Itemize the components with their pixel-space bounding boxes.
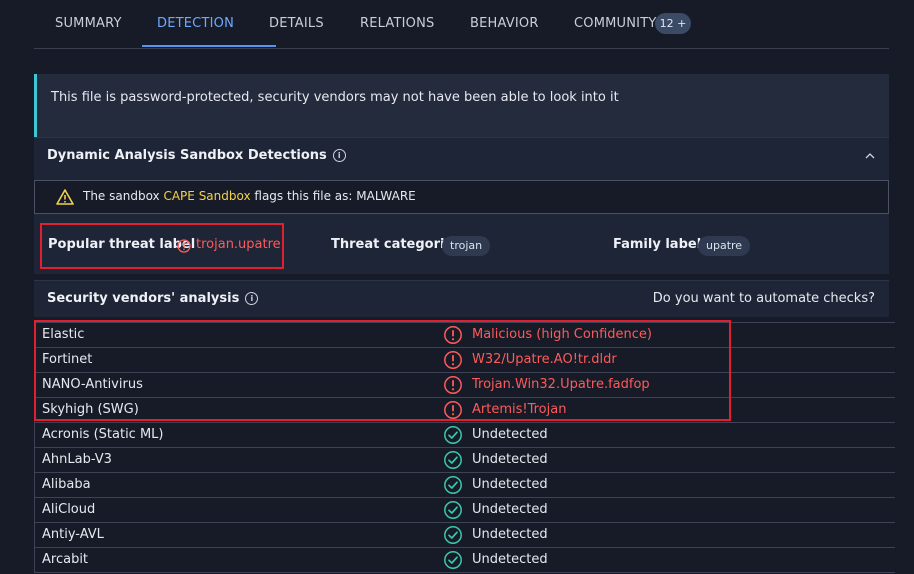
vendor-name: Arcabit xyxy=(42,552,89,567)
table-row: AliCloud Undetected xyxy=(34,498,895,523)
vendor-name: NANO-Antivirus xyxy=(42,377,143,392)
check-circle-icon xyxy=(443,525,463,549)
table-row: NANO-Antivirus Trojan.Win32.Upatre.fadfop xyxy=(34,373,895,398)
automate-checks-link[interactable]: Do you want to automate checks? xyxy=(653,291,875,306)
alert-circle-icon xyxy=(443,325,463,349)
info-icon[interactable]: i xyxy=(245,292,259,305)
threat-category-pill[interactable]: trojan xyxy=(442,236,491,256)
vendor-result: Undetected xyxy=(472,502,548,517)
alert-circle-icon xyxy=(443,400,463,424)
check-circle-icon xyxy=(443,475,463,499)
vendors-section-title-text: Security vendors' analysis xyxy=(47,291,240,306)
vendor-result: Undetected xyxy=(472,452,548,467)
sandbox-suffix: flags this file as: MALWARE xyxy=(250,189,416,203)
popular-threat-value[interactable]: trojan.upatre xyxy=(196,237,281,252)
sandbox-section-title-text: Dynamic Analysis Sandbox Detections xyxy=(47,148,327,163)
vendor-result[interactable]: Malicious (high Confidence) xyxy=(472,327,652,342)
table-row: Acronis (Static ML) Undetected xyxy=(34,423,895,448)
vendor-result[interactable]: Artemis!Trojan xyxy=(472,402,566,417)
table-row: Skyhigh (SWG) Artemis!Trojan xyxy=(34,398,895,423)
sandbox-verdict-box: The sandbox CAPE Sandbox flags this file… xyxy=(34,180,889,214)
family-label-pill[interactable]: upatre xyxy=(698,236,751,256)
check-circle-icon xyxy=(443,425,463,449)
vendor-result[interactable]: Trojan.Win32.Upatre.fadfop xyxy=(472,377,650,392)
popular-threat-label: Popular threat label xyxy=(48,237,196,252)
vendor-name: AliCloud xyxy=(42,502,96,517)
table-row: Elastic Malicious (high Confidence) xyxy=(34,322,895,348)
vendor-name: Elastic xyxy=(42,327,85,342)
vendor-result: Undetected xyxy=(472,552,548,567)
sandbox-detections-section: Dynamic Analysis Sandbox Detections i The… xyxy=(34,137,889,274)
info-icon[interactable]: i xyxy=(332,149,346,162)
table-row: Arcabit Undetected xyxy=(34,548,895,573)
vendor-result: Undetected xyxy=(472,477,548,492)
table-row: Alibaba Undetected xyxy=(34,473,895,498)
warning-triangle-icon xyxy=(56,189,74,209)
vendors-section-title: Security vendors' analysis i xyxy=(47,291,259,306)
alert-circle-icon xyxy=(443,375,463,399)
check-circle-icon xyxy=(443,500,463,524)
table-row: Antiy-AVL Undetected xyxy=(34,523,895,548)
community-count-badge: 12 + xyxy=(655,13,691,34)
vendor-results-table: Elastic Malicious (high Confidence) Fortin… xyxy=(34,322,895,573)
sandbox-verdict-text: The sandbox CAPE Sandbox flags this file… xyxy=(83,189,416,203)
threat-labels-row: Popular threat label trojan.upatre Threa… xyxy=(34,220,889,274)
table-row: AhnLab-V3 Undetected xyxy=(34,448,895,473)
vendor-name: Acronis (Static ML) xyxy=(42,427,164,442)
banner-text: This file is password-protected, securit… xyxy=(51,90,619,105)
family-labels-label: Family labels xyxy=(613,237,709,252)
tab-behavior[interactable]: BEHAVIOR xyxy=(470,0,539,48)
tab-community[interactable]: COMMUNITY xyxy=(574,0,657,48)
vendor-name: Alibaba xyxy=(42,477,91,492)
vendors-analysis-header: Security vendors' analysis i Do you want … xyxy=(34,280,889,317)
sandbox-prefix: The sandbox xyxy=(83,189,164,203)
tab-details[interactable]: DETAILS xyxy=(269,0,324,48)
tab-detection[interactable]: DETECTION xyxy=(157,0,234,48)
vendor-result: Undetected xyxy=(472,527,548,542)
vendor-result[interactable]: W32/Upatre.AO!tr.dldr xyxy=(472,352,617,367)
vendor-name: Skyhigh (SWG) xyxy=(42,402,139,417)
chevron-up-icon[interactable] xyxy=(865,148,875,162)
tab-summary[interactable]: SUMMARY xyxy=(55,0,122,48)
alert-circle-icon xyxy=(443,350,463,374)
vendor-name: AhnLab-V3 xyxy=(42,452,112,467)
check-circle-icon xyxy=(443,550,463,574)
tab-relations[interactable]: RELATIONS xyxy=(360,0,434,48)
vendor-result: Undetected xyxy=(472,427,548,442)
vendor-name: Antiy-AVL xyxy=(42,527,104,542)
sandbox-name-link[interactable]: CAPE Sandbox xyxy=(163,189,250,203)
table-row: Fortinet W32/Upatre.AO!tr.dldr xyxy=(34,348,895,373)
vendor-name: Fortinet xyxy=(42,352,93,367)
alert-circle-icon xyxy=(177,238,191,257)
sandbox-section-title: Dynamic Analysis Sandbox Detections i xyxy=(47,148,346,163)
check-circle-icon xyxy=(443,450,463,474)
password-protected-banner: This file is password-protected, securit… xyxy=(34,74,889,137)
active-tab-underline xyxy=(142,45,276,47)
tab-bar: SUMMARY DETECTION DETAILS RELATIONS BEHA… xyxy=(34,0,889,49)
